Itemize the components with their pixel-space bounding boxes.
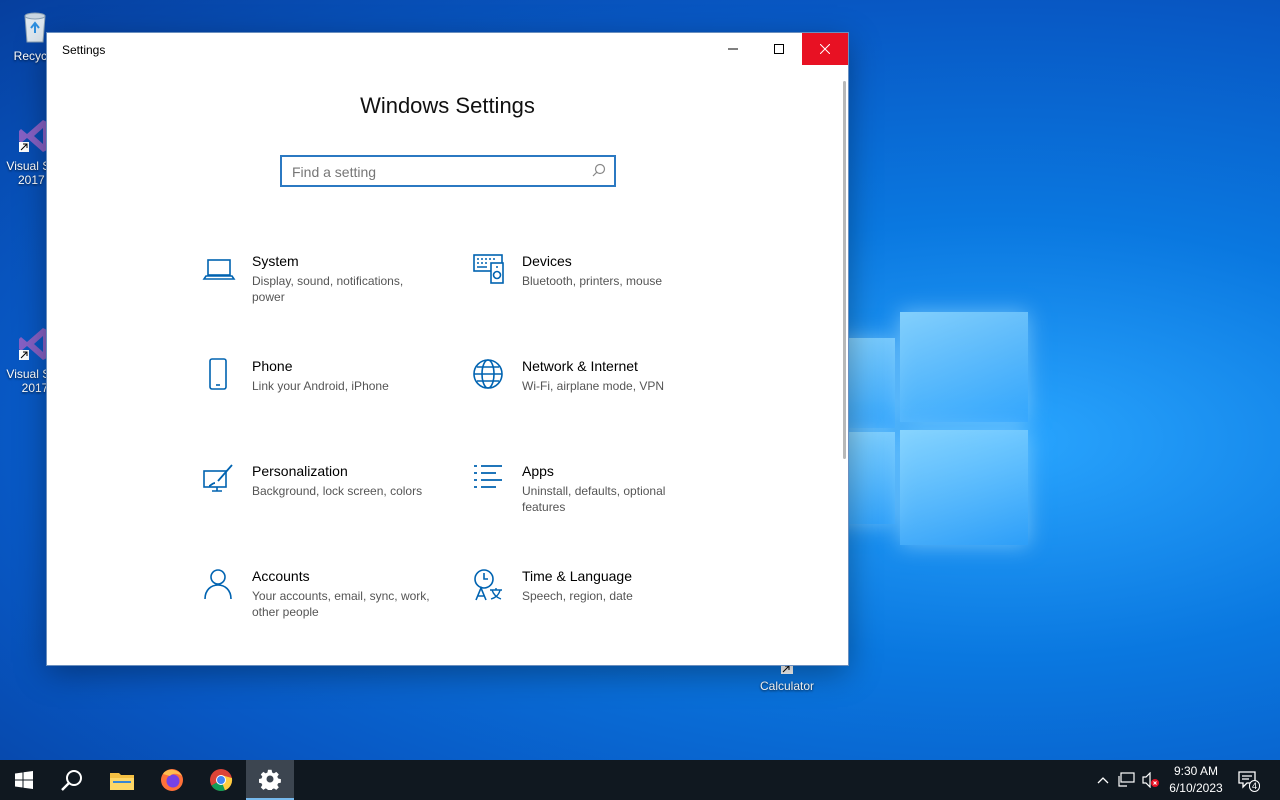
close-icon	[820, 44, 830, 54]
category-description: Bluetooth, printers, mouse	[522, 274, 663, 288]
volume-muted-icon	[1142, 772, 1159, 788]
devices-icon	[473, 254, 504, 284]
category-description: Speech, region, date	[522, 589, 633, 603]
file-explorer-taskbar-button[interactable]	[98, 760, 146, 800]
category-system[interactable]: System Display, sound, notifications, po…	[202, 253, 442, 323]
minimize-button[interactable]	[710, 33, 756, 65]
chrome-icon	[210, 769, 233, 792]
category-name: Devices	[522, 253, 572, 269]
category-time-language[interactable]: Time & Language Speech, region, date	[472, 568, 712, 638]
search-input[interactable]	[290, 161, 584, 183]
category-description: Link your Android, iPhone	[252, 379, 389, 393]
maximize-button[interactable]	[756, 33, 802, 65]
volume-tray-button[interactable]	[1140, 760, 1162, 800]
search-icon	[61, 770, 82, 791]
category-description: Wi-Fi, airplane mode, VPN	[522, 379, 665, 393]
desktop-icon-label: Calculator	[759, 679, 815, 693]
search-box[interactable]	[280, 155, 616, 187]
notification-count-badge: 4	[1249, 780, 1261, 792]
category-name: System	[252, 253, 299, 269]
globe-icon	[473, 359, 503, 389]
clock-date: 6/10/2023	[1169, 781, 1223, 795]
taskbar-clock[interactable]: 9:30 AM 6/10/2023	[1162, 763, 1230, 797]
windows-start-icon	[15, 771, 33, 789]
laptop-icon	[202, 259, 236, 280]
chevron-up-icon	[1097, 777, 1109, 784]
network-icon	[1118, 772, 1135, 787]
category-name: Network & Internet	[522, 358, 638, 374]
category-description: Your accounts, email, sync, work, other …	[252, 589, 430, 619]
settings-taskbar-button[interactable]	[246, 760, 294, 800]
person-icon	[204, 569, 232, 600]
windows-logo-wallpaper	[830, 300, 1040, 560]
search-icon[interactable]	[592, 163, 606, 177]
category-personalization[interactable]: Personalization Background, lock screen,…	[202, 463, 442, 533]
gear-icon	[259, 769, 281, 790]
category-name: Time & Language	[522, 568, 632, 584]
scrollbar[interactable]	[843, 81, 846, 459]
taskbar: 9:30 AM 6/10/2023 4	[0, 760, 1280, 800]
page-title: Windows Settings	[360, 93, 535, 118]
firefox-taskbar-button[interactable]	[148, 760, 196, 800]
category-apps[interactable]: Apps Uninstall, defaults, optional featu…	[472, 463, 712, 533]
action-center-button[interactable]: 4	[1232, 760, 1264, 800]
maximize-icon	[774, 44, 784, 54]
time-language-icon	[474, 569, 502, 601]
close-button[interactable]	[802, 33, 848, 65]
network-tray-button[interactable]	[1116, 760, 1138, 800]
paint-icon	[203, 464, 233, 492]
folder-icon	[110, 773, 134, 790]
category-name: Phone	[252, 358, 293, 374]
category-phone[interactable]: Phone Link your Android, iPhone	[202, 358, 442, 428]
phone-icon	[209, 358, 227, 390]
category-network[interactable]: Network & Internet Wi-Fi, airplane mode,…	[472, 358, 712, 428]
window-title: Settings	[62, 43, 106, 57]
category-description: Display, sound, notifications, power	[252, 274, 404, 304]
apps-list-icon	[474, 465, 502, 488]
firefox-icon	[161, 769, 183, 791]
category-description: Uninstall, defaults, optional features	[522, 484, 666, 514]
category-devices[interactable]: Devices Bluetooth, printers, mouse	[472, 253, 712, 323]
category-description: Background, lock screen, colors	[252, 484, 423, 498]
search-taskbar-button[interactable]	[48, 760, 96, 800]
start-button[interactable]	[0, 760, 48, 800]
category-name: Apps	[522, 463, 554, 479]
chrome-taskbar-button[interactable]	[197, 760, 245, 800]
title-bar[interactable]: Settings	[47, 33, 848, 65]
category-name: Personalization	[252, 463, 348, 479]
clock-time: 9:30 AM	[1173, 764, 1219, 778]
show-hidden-icons-button[interactable]	[1092, 760, 1114, 800]
category-name: Accounts	[252, 568, 310, 584]
minimize-icon	[728, 48, 738, 50]
category-accounts[interactable]: Accounts Your accounts, email, sync, wor…	[202, 568, 442, 638]
settings-window: Settings Windows Settings System Display…	[47, 33, 848, 665]
